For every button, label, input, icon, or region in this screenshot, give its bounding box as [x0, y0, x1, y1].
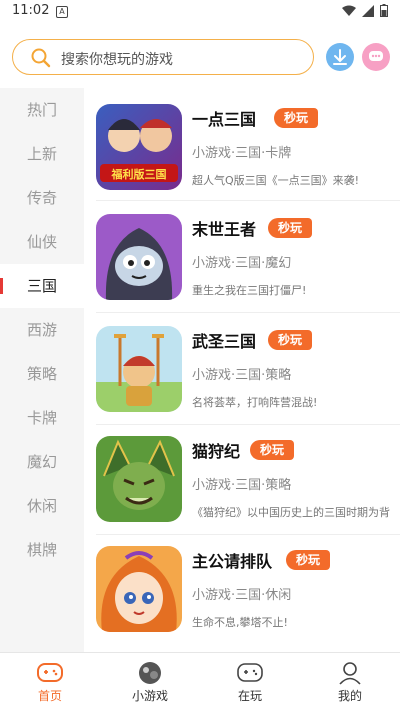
- sidebar-footer: [0, 576, 84, 652]
- game-art-icon: [96, 214, 182, 300]
- game-name: 主公请排队: [192, 552, 273, 571]
- active-indicator: [0, 278, 3, 294]
- sidebar-item-label: 传奇: [26, 189, 57, 207]
- nav-label: 小游戏: [131, 689, 168, 703]
- user-icon: [339, 662, 361, 685]
- bottom-nav: 首页 小游戏 在玩 我的: [0, 652, 400, 711]
- game-tags: 小游戏·三国·策略: [192, 478, 292, 493]
- sidebar-item-label: 西游: [26, 321, 57, 339]
- message-button[interactable]: [362, 43, 390, 71]
- sidebar-item-xianxia[interactable]: 仙侠: [0, 220, 84, 264]
- game-name: 末世王者: [192, 220, 257, 239]
- sidebar-item-label: 卡牌: [26, 409, 57, 427]
- nav-label: 首页: [37, 689, 62, 703]
- game-art-icon: 福利版三国: [96, 104, 182, 190]
- nav-label: 在玩: [237, 689, 262, 703]
- instant-play-badge[interactable]: 秒玩: [250, 440, 295, 460]
- status-time: 11:02: [12, 3, 50, 18]
- game-description: 重生之我在三国打僵尸!: [192, 284, 307, 297]
- nav-mini-games[interactable]: 小游戏: [100, 653, 200, 711]
- nav-home[interactable]: 首页: [0, 653, 100, 711]
- game-tags: 小游戏·三国·休闲: [192, 588, 292, 603]
- status-bar: 11:02 A: [0, 0, 400, 24]
- sidebar-item-label: 上新: [26, 145, 57, 163]
- search-icon: [31, 48, 51, 68]
- game-name: 一点三国: [192, 110, 257, 129]
- game-item[interactable]: 末世王者 秒玩 小游戏·三国·魔幻 重生之我在三国打僵尸!: [96, 214, 400, 314]
- instant-play-badge[interactable]: 秒玩: [274, 108, 319, 128]
- sidebar-item-new[interactable]: 上新: [0, 132, 84, 176]
- sidebar-item-label: 策略: [26, 365, 57, 383]
- search-placeholder: 搜索你想玩的游戏: [61, 52, 173, 68]
- battery-icon: [380, 4, 388, 17]
- search-input[interactable]: 搜索你想玩的游戏: [12, 39, 314, 75]
- sidebar-item-label: 热门: [26, 101, 57, 119]
- sidebar-item-label: 休闲: [26, 497, 57, 515]
- game-art-icon: [96, 436, 182, 522]
- category-sidebar: 热门 上新 传奇 仙侠 三国 西游 策略 卡牌 魔幻 休闲 棋牌: [0, 88, 84, 576]
- list-divider: [96, 200, 400, 201]
- list-divider: [96, 312, 400, 313]
- list-divider: [96, 534, 400, 535]
- home-gamepad-icon: [37, 663, 63, 682]
- game-description: 名将荟萃，打响阵营混战!: [192, 396, 318, 409]
- game-icon[interactable]: 福利版三国: [96, 104, 182, 190]
- game-art-icon: [96, 326, 182, 412]
- game-description: 生命不息,攀塔不止!: [192, 616, 288, 629]
- sidebar-item-label: 魔幻: [26, 453, 57, 471]
- instant-play-badge[interactable]: 秒玩: [286, 550, 331, 570]
- instant-play-badge[interactable]: 秒玩: [268, 330, 313, 350]
- sidebar-item-label: 棋牌: [26, 541, 57, 559]
- game-tags: 小游戏·三国·策略: [192, 368, 292, 383]
- game-name: 猫狩纪: [192, 442, 241, 461]
- sidebar-item-card[interactable]: 卡牌: [0, 396, 84, 440]
- gamepad-icon: [237, 663, 263, 682]
- sidebar-item-casual[interactable]: 休闲: [0, 484, 84, 528]
- game-description: 超人气Q版三国《一点三国》来袭!: [192, 174, 360, 187]
- game-item[interactable]: 武圣三国 秒玩 小游戏·三国·策略 名将荟萃，打响阵营混战!: [96, 326, 400, 426]
- nav-label: 我的: [337, 689, 362, 703]
- sidebar-item-fantasy[interactable]: 魔幻: [0, 440, 84, 484]
- game-name: 武圣三国: [192, 332, 257, 351]
- signal-icon: [362, 4, 374, 17]
- game-icon[interactable]: [96, 436, 182, 522]
- list-divider: [96, 424, 400, 425]
- mini-games-icon: [139, 662, 161, 684]
- sidebar-item-board[interactable]: 棋牌: [0, 528, 84, 572]
- sidebar-item-label: 三国: [26, 277, 57, 295]
- nav-profile[interactable]: 我的: [300, 653, 400, 711]
- game-tags: 小游戏·三国·魔幻: [192, 256, 292, 271]
- download-button[interactable]: [326, 43, 354, 71]
- game-tags: 小游戏·三国·卡牌: [192, 146, 292, 161]
- instant-play-badge[interactable]: 秒玩: [268, 218, 313, 238]
- chat-icon: [369, 51, 383, 61]
- notification-a-icon: A: [56, 6, 68, 18]
- nav-playing[interactable]: 在玩: [200, 653, 300, 711]
- sidebar-item-label: 仙侠: [26, 233, 57, 251]
- sidebar-item-strategy[interactable]: 策略: [0, 352, 84, 396]
- game-item[interactable]: 福利版三国 一点三国 秒玩 小游戏·三国·卡牌 超人气Q版三国《一点三国》来袭!: [96, 104, 400, 204]
- game-item[interactable]: 主公请排队 秒玩 小游戏·三国·休闲 生命不息,攀塔不止!: [96, 546, 400, 646]
- game-description: 《猫狩纪》以中国历史上的三国时期为背: [192, 506, 390, 519]
- game-art-text: 福利版三国: [111, 167, 167, 181]
- sidebar-item-journey-west[interactable]: 西游: [0, 308, 84, 352]
- sidebar-item-hot[interactable]: 热门: [0, 88, 84, 132]
- game-icon[interactable]: [96, 326, 182, 412]
- download-icon: [333, 49, 347, 65]
- sidebar-item-legend[interactable]: 传奇: [0, 176, 84, 220]
- status-icons: [342, 4, 388, 17]
- game-art-icon: [96, 546, 182, 632]
- game-icon[interactable]: [96, 546, 182, 632]
- game-item[interactable]: 猫狩纪 秒玩 小游戏·三国·策略 《猫狩纪》以中国历史上的三国时期为背: [96, 436, 400, 536]
- game-icon[interactable]: [96, 214, 182, 300]
- wifi-icon: [342, 5, 356, 16]
- sidebar-item-three-kingdoms[interactable]: 三国: [0, 264, 84, 308]
